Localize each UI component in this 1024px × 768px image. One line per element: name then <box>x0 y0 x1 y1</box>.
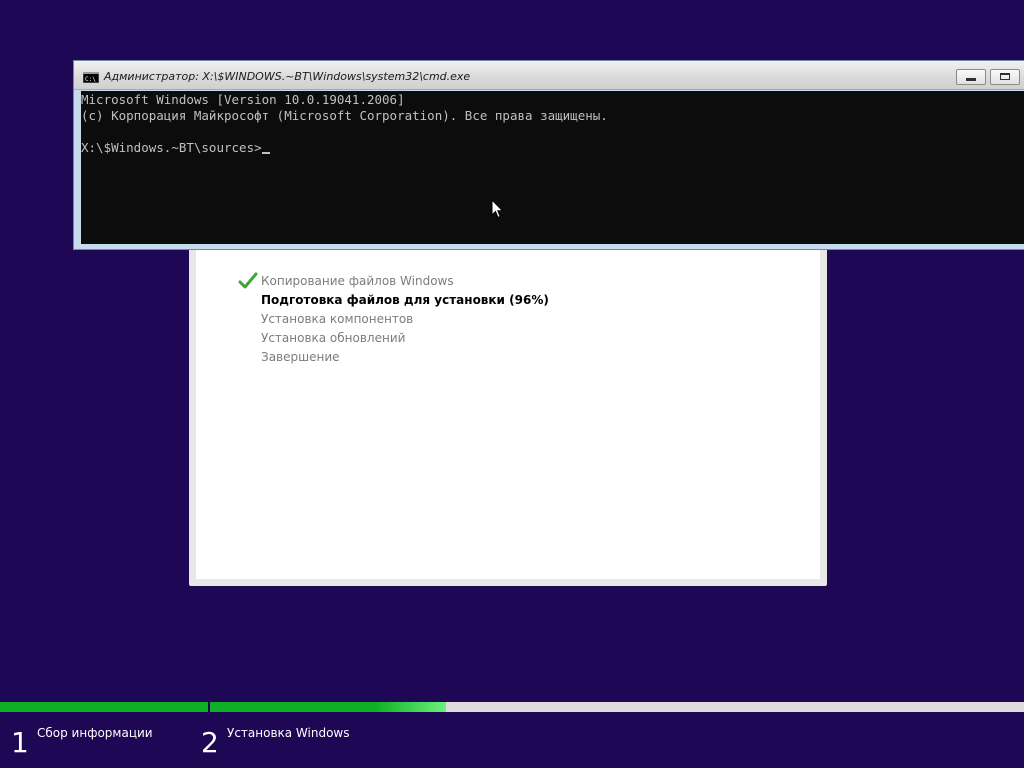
setup-progress-panel: Копирование файлов Windows Подготовка фа… <box>189 226 827 586</box>
setup-panel-content: Копирование файлов Windows Подготовка фа… <box>196 226 820 579</box>
step-finishing: Завершение <box>261 348 549 367</box>
progress-segment-installing-windows <box>210 702 1024 712</box>
phase-label: Сбор информации <box>37 726 153 740</box>
step-copying-files: Копирование файлов Windows <box>238 272 549 291</box>
maximize-icon <box>1000 73 1010 80</box>
step-label: Завершение <box>261 350 340 364</box>
cmd-app-icon: C:\ <box>83 72 99 83</box>
setup-step-list: Копирование файлов Windows Подготовка фа… <box>238 272 549 367</box>
step-label: Установка компонентов <box>261 312 414 326</box>
svg-text:C:\: C:\ <box>85 76 96 83</box>
console-prompt: X:\$Windows.~BT\sources> <box>81 140 262 155</box>
setup-progress-bar <box>0 701 1024 713</box>
cmd-window-title: Администратор: X:\$WINDOWS.~BT\Windows\s… <box>104 70 471 83</box>
phase-label: Установка Windows <box>227 726 350 740</box>
step-label: Копирование файлов Windows <box>261 274 454 288</box>
checkmark-icon <box>238 272 258 289</box>
step-preparing-files: Подготовка файлов для установки (96%) <box>261 291 549 310</box>
console-line: (c) Корпорация Майкрософт (Microsoft Cor… <box>81 108 608 123</box>
console-line: Microsoft Windows [Version 10.0.19041.20… <box>81 92 405 107</box>
mouse-pointer-icon <box>491 199 504 219</box>
step-installing-features: Установка компонентов <box>261 310 549 329</box>
minimize-icon <box>966 78 976 81</box>
console-prompt-line[interactable]: X:\$Windows.~BT\sources> <box>81 140 270 156</box>
progress-fill <box>210 702 447 712</box>
console-output[interactable]: Microsoft Windows [Version 10.0.19041.20… <box>81 91 1024 244</box>
text-cursor <box>261 152 270 154</box>
windows-setup-screen: Копирование файлов Windows Подготовка фа… <box>0 0 1024 768</box>
cmd-window[interactable]: C:\ Администратор: X:\$WINDOWS.~BT\Windo… <box>73 60 1024 250</box>
progress-segment-collecting-info <box>0 702 208 712</box>
step-label: Установка обновлений <box>261 331 406 345</box>
maximize-button[interactable] <box>990 69 1020 85</box>
step-label: Подготовка файлов для установки (96%) <box>261 293 549 307</box>
step-installing-updates: Установка обновлений <box>261 329 549 348</box>
phase-number: 1 <box>11 726 29 759</box>
cmd-title-bar[interactable]: C:\ Администратор: X:\$WINDOWS.~BT\Windo… <box>74 61 1024 90</box>
minimize-button[interactable] <box>956 69 986 85</box>
phase-number: 2 <box>201 726 219 759</box>
